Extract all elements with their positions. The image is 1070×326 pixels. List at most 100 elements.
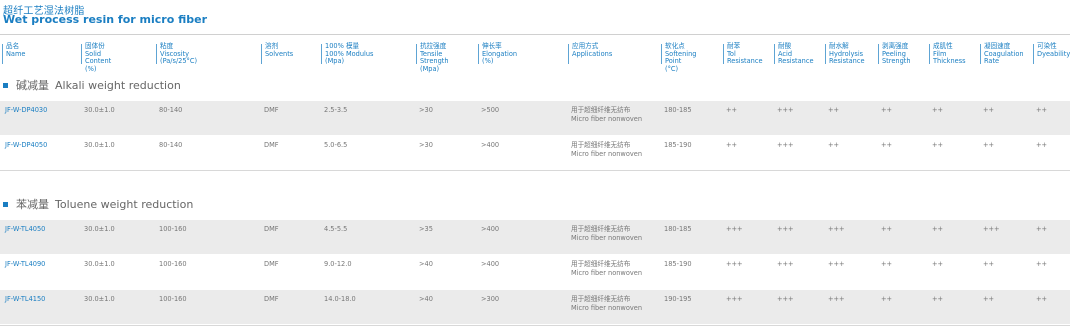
square-bullet-icon xyxy=(3,82,8,88)
cell-line: DMF xyxy=(264,141,279,149)
cell-line: JF-W-TL4150 xyxy=(5,295,46,303)
product-code: JF-W-DP4050 xyxy=(5,141,47,150)
table-cell: +++ xyxy=(777,295,794,304)
cell-line: +++ xyxy=(777,295,794,303)
table-cell: 4.5-5.5 xyxy=(324,225,347,234)
column-header: 抗拉强度 Tensile Strength (Mpa) xyxy=(416,42,449,73)
cell-line: 80-140 xyxy=(159,141,183,149)
table-cell: +++ xyxy=(726,260,743,269)
cell-line: ++ xyxy=(881,141,893,149)
column-header-en: Solvents xyxy=(265,49,294,58)
column-header: 品名 Name xyxy=(1,42,26,65)
table-cell: ++ xyxy=(881,295,892,304)
table-cell: 185-190 xyxy=(664,141,692,150)
cell-line: >40 xyxy=(419,295,433,303)
column-header: 伸长率 Elongation (%) xyxy=(477,42,517,66)
cell-line: Micro fiber nonwoven xyxy=(571,303,643,312)
section-heading-cn: 苯减量 xyxy=(16,198,49,211)
table-cell: 用于超细纤维无纺布 Micro fiber nonwoven xyxy=(571,141,642,158)
table-cell: DMF xyxy=(264,295,279,304)
cell-line: ++ xyxy=(932,295,944,303)
column-header: 应用方式 Applications xyxy=(567,42,612,65)
cell-line: 2.5-3.5 xyxy=(324,106,348,114)
table-cell: >30 xyxy=(419,141,433,150)
cell-line: ++ xyxy=(1036,295,1048,303)
table-cell: 5.0-6.5 xyxy=(324,141,347,150)
cell-line: ++ xyxy=(983,141,995,149)
cell-line: 100-160 xyxy=(159,260,187,268)
table-row: JF-W-TL4090 30.0±1.0 100-160 DMF 9.0-12.0 >40… xyxy=(0,255,1070,289)
table-row: JF-W-TL4150 30.0±1.0 100-160 DMF 14.0-18.0 >4… xyxy=(0,290,1070,324)
cell-line: 185-190 xyxy=(664,141,692,149)
table-cell: >40 xyxy=(419,295,433,304)
cell-line: 用于超细纤维无纺布 xyxy=(571,225,631,233)
cell-line: JF-W-TL4090 xyxy=(5,260,46,268)
column-header-en: Rate xyxy=(984,57,1000,66)
table-cell: ++ xyxy=(1036,225,1047,234)
cell-line: +++ xyxy=(828,295,845,303)
cell-line: +++ xyxy=(777,260,794,268)
cell-line: 80-140 xyxy=(159,106,183,114)
table-cell: ++ xyxy=(932,295,943,304)
table-cell: 80-140 xyxy=(159,106,182,115)
table-cell: 30.0±1.0 xyxy=(84,225,115,234)
table-cell: >300 xyxy=(481,295,499,304)
cell-line: ++ xyxy=(1036,225,1048,233)
cell-line: ++ xyxy=(726,141,738,149)
cell-line: Micro fiber nonwoven xyxy=(571,149,643,158)
cell-line: 30.0±1.0 xyxy=(84,260,115,268)
cell-line: 用于超细纤维无纺布 xyxy=(571,106,631,114)
cell-line: +++ xyxy=(726,295,743,303)
table-cell: ++ xyxy=(881,141,892,150)
table-cell: ++ xyxy=(726,106,737,115)
cell-line: 180-185 xyxy=(664,106,692,114)
table-cell: 185-190 xyxy=(664,260,692,269)
section-heading-cn: 碱减量 xyxy=(16,79,49,92)
table-cell: ++ xyxy=(726,141,737,150)
cell-line: DMF xyxy=(264,106,279,114)
table-cell: ++ xyxy=(983,295,994,304)
table-cell: 30.0±1.0 xyxy=(84,141,115,150)
cell-line: 190-195 xyxy=(664,295,692,303)
page-title-en: Wet process resin for micro fiber xyxy=(3,13,207,26)
cell-line: ++ xyxy=(1036,141,1048,149)
column-header-en: Resistance xyxy=(778,57,814,66)
table-row: JF-W-DP4030 30.0±1.0 80-140 DMF 2.5-3.5 >30 >5… xyxy=(0,101,1070,135)
cell-line: 9.0-12.0 xyxy=(324,260,352,268)
table-cell: >400 xyxy=(481,141,499,150)
column-header: 100% 模量 100% Modulus (Mpa) xyxy=(320,42,373,66)
table-cell: 用于超细纤维无纺布 Micro fiber nonwoven xyxy=(571,295,642,312)
product-code: JF-W-TL4090 xyxy=(5,260,45,269)
table-cell: +++ xyxy=(828,260,845,269)
cell-line: ++ xyxy=(881,260,893,268)
cell-line: +++ xyxy=(777,141,794,149)
cell-line: 30.0±1.0 xyxy=(84,141,115,149)
section-heading-en: Alkali weight reduction xyxy=(55,79,181,92)
table-cell: DMF xyxy=(264,225,279,234)
table-cell: 用于超细纤维无纺布 Micro fiber nonwoven xyxy=(571,260,642,277)
cell-line: 30.0±1.0 xyxy=(84,225,115,233)
cell-line: ++ xyxy=(881,295,893,303)
column-header-en: (%) xyxy=(85,64,97,73)
table-cell: ++ xyxy=(932,106,943,115)
cell-line: ++ xyxy=(983,295,995,303)
column-header: 耐酸 Acid Resistance xyxy=(774,42,814,66)
cell-line: Micro fiber nonwoven xyxy=(571,268,643,277)
table-cell: 2.5-3.5 xyxy=(324,106,347,115)
table-cell: >400 xyxy=(481,260,499,269)
column-header-en: Name xyxy=(6,49,26,58)
cell-line: 用于超细纤维无纺布 xyxy=(571,141,631,149)
column-header: 凝固速度 Coagulation Rate xyxy=(980,42,1024,66)
table-cell: +++ xyxy=(777,106,794,115)
table-cell: ++ xyxy=(1036,106,1047,115)
column-header-en: (Mpa) xyxy=(420,64,440,73)
table-cell: ++ xyxy=(881,225,892,234)
cell-line: >35 xyxy=(419,225,433,233)
table-cell: >35 xyxy=(419,225,433,234)
cell-line: >30 xyxy=(419,106,433,114)
square-bullet-icon xyxy=(3,201,8,207)
table-cell: 30.0±1.0 xyxy=(84,295,115,304)
table-cell: ++ xyxy=(983,260,994,269)
table-cell: 用于超细纤维无纺布 Micro fiber nonwoven xyxy=(571,106,642,123)
table-row: JF-W-DP4050 30.0±1.0 80-140 DMF 5.0-6.5 >30 >4… xyxy=(0,136,1070,170)
